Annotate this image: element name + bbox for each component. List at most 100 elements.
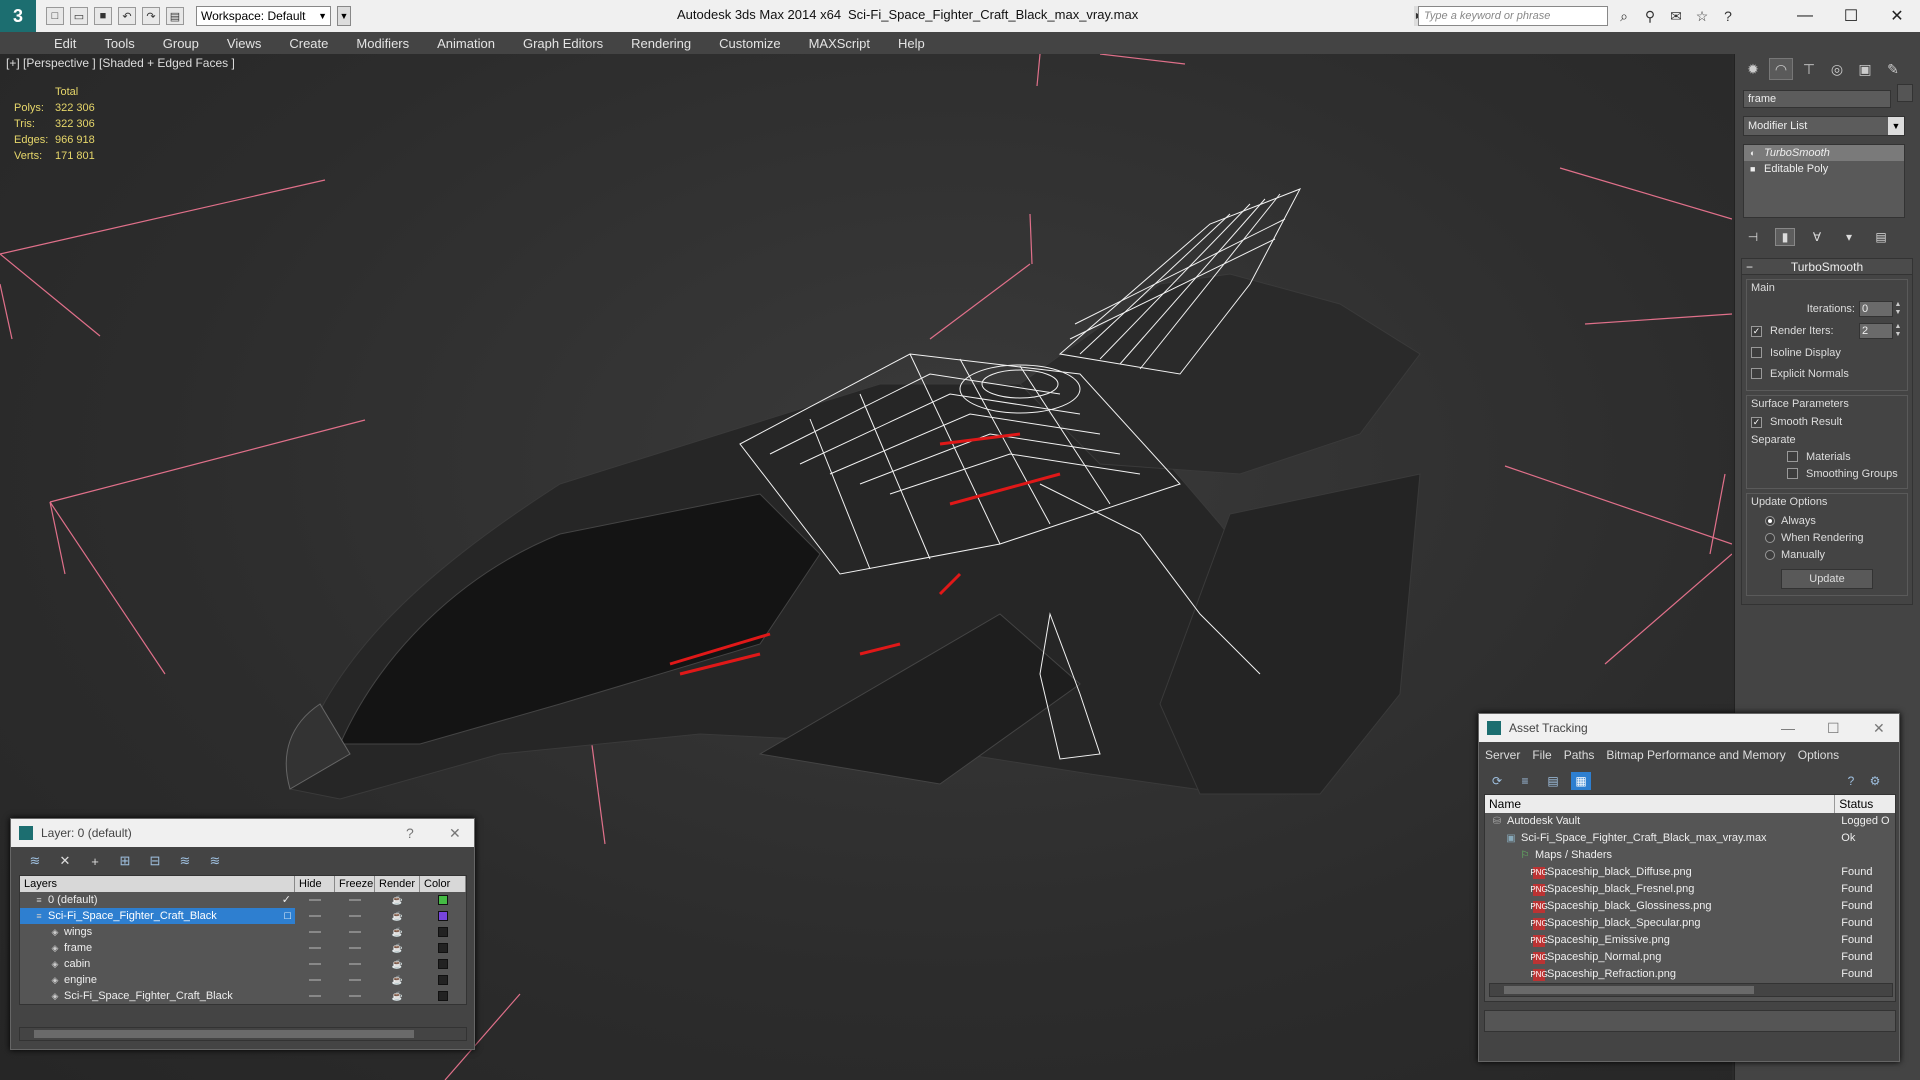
select-objects-icon[interactable]: ⊞ (115, 852, 135, 870)
create-tab-icon[interactable]: ✹ (1741, 58, 1765, 80)
stack-item-editable-poly[interactable]: ■ Editable Poly (1744, 161, 1904, 177)
layer-row[interactable]: ◈ wings ☕ (20, 924, 466, 940)
asset-row[interactable]: PNG Spaceship_black_Fresnel.png Found (1485, 881, 1895, 898)
layer-color-swatch[interactable] (420, 991, 466, 1001)
communication-icon[interactable]: ✉ (1666, 6, 1686, 26)
layer-row[interactable]: ◈ frame ☕ (20, 940, 466, 956)
hide-toggle[interactable] (295, 899, 335, 901)
viewport-label[interactable]: [+] [Perspective ] [Shaded + Edged Faces… (6, 56, 235, 70)
layer-name-cell[interactable]: ◈ engine (20, 972, 295, 988)
asset-name-cell[interactable]: PNG Spaceship_black_Diffuse.png (1485, 864, 1835, 881)
when-rendering-radio[interactable] (1765, 532, 1775, 543)
col-hide[interactable]: Hide (295, 876, 335, 892)
asset-row[interactable]: PNG Spaceship_black_Specular.png Found (1485, 915, 1895, 932)
col-status[interactable]: Status (1835, 795, 1895, 813)
horizontal-scrollbar[interactable] (19, 1027, 467, 1041)
grid-view-icon[interactable]: ▦ (1571, 772, 1591, 790)
workspace-menu-button[interactable]: ▼ (337, 6, 351, 26)
spinner-arrows-icon[interactable]: ▲ ▼ (1893, 323, 1903, 339)
col-color[interactable]: Color (420, 876, 466, 892)
rollout-header[interactable]: − TurboSmooth (1742, 259, 1912, 275)
update-button[interactable]: Update (1781, 569, 1873, 589)
render-teapot-icon[interactable]: ☕ (375, 956, 420, 972)
layer-row[interactable]: ◈ Sci-Fi_Space_Fighter_Craft_Black ☕ (20, 988, 466, 1004)
freeze-all-icon[interactable]: ≋ (205, 852, 225, 870)
configure-modifier-sets-icon[interactable]: ▤ (1871, 228, 1891, 246)
refresh-icon[interactable]: ⟳ (1487, 772, 1507, 790)
asset-row[interactable]: PNG Spaceship_Emissive.png Found (1485, 932, 1895, 949)
menu-graph-editors[interactable]: Graph Editors (523, 36, 603, 51)
materials-checkbox[interactable] (1787, 451, 1798, 462)
expand-plus-icon[interactable]: ■ (1750, 164, 1758, 174)
asset-name-cell[interactable]: ⚐ Maps / Shaders (1485, 847, 1835, 864)
layer-box-icon[interactable]: □ (284, 908, 291, 924)
settings-icon[interactable]: ⚙ (1865, 772, 1885, 790)
col-layers[interactable]: Layers (20, 876, 295, 892)
hide-toggle[interactable] (295, 963, 335, 965)
menu-help[interactable]: Help (898, 36, 925, 51)
menu-server[interactable]: Server (1485, 748, 1520, 762)
make-unique-icon[interactable]: ∀ (1807, 228, 1827, 246)
maximize-icon[interactable]: ☐ (1828, 0, 1874, 32)
asset-row[interactable]: ⛁ Autodesk Vault Logged O (1485, 813, 1895, 830)
freeze-toggle[interactable] (335, 915, 375, 917)
stack-item-turbosmooth[interactable]: ◐ TurboSmooth (1744, 145, 1904, 161)
menu-bitmap-performance[interactable]: Bitmap Performance and Memory (1606, 748, 1785, 762)
layer-name-cell[interactable]: ◈ cabin (20, 956, 295, 972)
layer-row[interactable]: ≡ 0 (default) ✓ ☕ (20, 892, 466, 908)
close-icon[interactable]: ✕ (1873, 720, 1885, 737)
subscription-icon[interactable]: ⚲ (1640, 6, 1660, 26)
scrollbar-thumb[interactable] (34, 1030, 414, 1038)
asset-path-field[interactable] (1484, 1010, 1896, 1032)
manually-radio[interactable] (1765, 549, 1775, 560)
help-icon[interactable]: ? (406, 825, 414, 841)
asset-window-title-bar[interactable]: Asset Tracking — ☐ ✕ (1479, 714, 1899, 742)
layer-row[interactable]: ≡ Sci-Fi_Space_Fighter_Craft_Black □ ☕ (20, 908, 466, 924)
hide-all-icon[interactable]: ≋ (175, 852, 195, 870)
remove-modifier-icon[interactable]: ▾ (1839, 228, 1859, 246)
layer-color-swatch[interactable] (420, 927, 466, 937)
asset-row[interactable]: PNG Spaceship_Refraction.png Found (1485, 966, 1895, 983)
minimize-icon[interactable]: — (1782, 0, 1828, 32)
render-teapot-icon[interactable]: ☕ (375, 924, 420, 940)
layer-row[interactable]: ◈ cabin ☕ (20, 956, 466, 972)
hide-toggle[interactable] (295, 915, 335, 917)
asset-name-cell[interactable]: ▣ Sci-Fi_Space_Fighter_Craft_Black_max_vr… (1485, 830, 1835, 847)
utilities-tab-icon[interactable]: ✎ (1881, 58, 1905, 80)
asset-name-cell[interactable]: ⛁ Autodesk Vault (1485, 813, 1835, 830)
explicit-normals-checkbox[interactable] (1751, 368, 1762, 379)
asset-row[interactable]: PNG Spaceship_black_Diffuse.png Found (1485, 864, 1895, 881)
layer-name-cell[interactable]: ≡ Sci-Fi_Space_Fighter_Craft_Black □ (20, 908, 295, 924)
app-logo-icon[interactable]: 3 (0, 0, 36, 32)
delete-layer-icon[interactable]: ✕ (55, 852, 75, 870)
menu-customize[interactable]: Customize (719, 36, 780, 51)
asset-row[interactable]: ▣ Sci-Fi_Space_Fighter_Craft_Black_max_vr… (1485, 830, 1895, 847)
render-iters-checkbox[interactable]: ✓ (1751, 325, 1762, 337)
show-end-result-icon[interactable]: ▮ (1775, 228, 1795, 246)
asset-name-cell[interactable]: PNG Spaceship_Emissive.png (1485, 932, 1835, 949)
object-name-field[interactable]: frame (1743, 90, 1891, 108)
redo-icon[interactable]: ↷ (142, 7, 160, 25)
isoline-checkbox[interactable] (1751, 347, 1762, 358)
layer-row[interactable]: ◈ engine ☕ (20, 972, 466, 988)
hierarchy-tab-icon[interactable]: ⊤ (1797, 58, 1821, 80)
highlight-layer-icon[interactable]: ⊟ (145, 852, 165, 870)
current-layer-check-icon[interactable]: ✓ (282, 892, 291, 908)
col-freeze[interactable]: Freeze (335, 876, 375, 892)
project-folder-icon[interactable]: ▤ (166, 7, 184, 25)
undo-icon[interactable]: ↶ (118, 7, 136, 25)
help-icon[interactable]: ? (1841, 772, 1861, 790)
binoculars-icon[interactable]: ⌕ (1614, 6, 1634, 26)
render-iters-spinner[interactable]: 2 (1859, 323, 1893, 339)
menu-file[interactable]: File (1532, 748, 1551, 762)
open-file-icon[interactable]: ▭ (70, 7, 88, 25)
close-icon[interactable]: ✕ (1874, 0, 1920, 32)
hide-toggle[interactable] (295, 931, 335, 933)
layer-window-title-bar[interactable]: Layer: 0 (default) ? ✕ (11, 819, 474, 847)
add-layer-icon[interactable]: + (85, 852, 105, 870)
help-icon[interactable]: ? (1718, 6, 1738, 26)
render-teapot-icon[interactable]: ☕ (375, 940, 420, 956)
layer-name-cell[interactable]: ≡ 0 (default) ✓ (20, 892, 295, 908)
asset-row[interactable]: ⚐ Maps / Shaders (1485, 847, 1895, 864)
asset-row[interactable]: PNG Spaceship_black_Glossiness.png Found (1485, 898, 1895, 915)
